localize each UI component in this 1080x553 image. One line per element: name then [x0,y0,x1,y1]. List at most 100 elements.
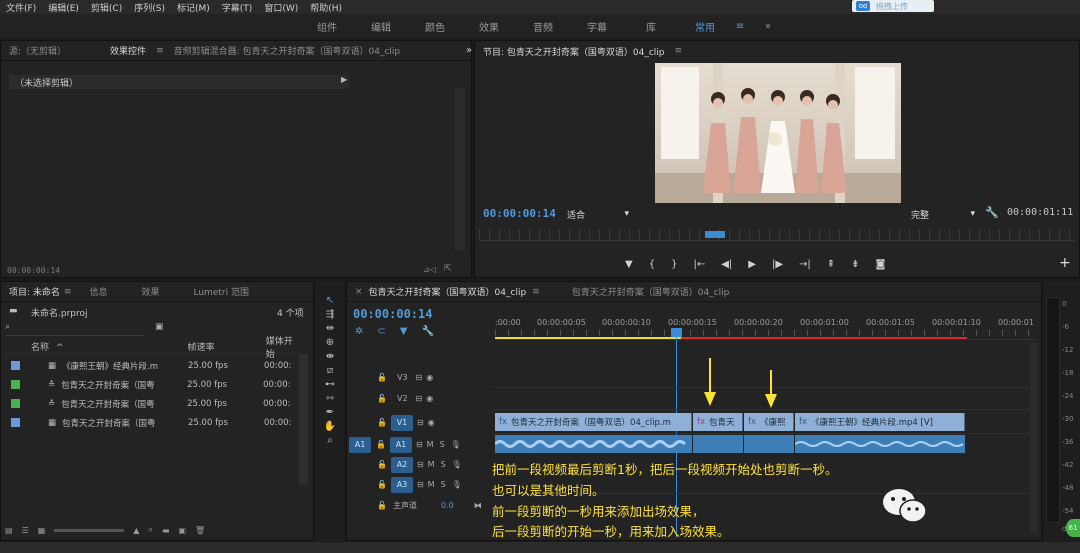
playhead-handle[interactable] [671,328,682,337]
ripple-edit-icon[interactable]: ⇹ [326,323,334,334]
audio-clip[interactable] [495,435,692,453]
rate-stretch-icon[interactable]: ⇼ [326,351,334,362]
menu-sequence[interactable]: 序列(S) [134,1,165,14]
go-to-in-icon[interactable]: |← [693,259,705,270]
tab-info[interactable]: 信息 [89,285,107,298]
step-forward-icon[interactable]: |▶ [772,259,783,270]
linked-select-icon[interactable]: ⊂ [377,326,385,337]
menu-clip[interactable]: 剪辑(C) [91,1,122,14]
timeline-ruler[interactable]: :00:00 00:00:00:05 00:00:00:10 00:00:00:… [495,314,1035,340]
video-clip[interactable]: fx 《康熙 [744,413,794,431]
project-search-input[interactable]: ⌕ [5,322,145,336]
sequence-menu-icon[interactable]: ≡ [532,287,540,297]
selection-tool-icon[interactable]: ↖ [326,295,334,306]
export-frame-icon[interactable]: ⇱ [444,264,452,274]
add-marker-icon[interactable]: ▼ [400,326,408,337]
workspace-color[interactable]: 颜色 [408,19,462,34]
zoom-select[interactable]: 适合 ▾ [567,207,629,221]
menu-title[interactable]: 字幕(T) [222,1,253,14]
hand-icon[interactable]: ✋ [324,421,336,432]
project-item[interactable]: ≛ 包青天之开封奇案（国粤 25.00 fps 00:00: [11,394,295,413]
eye-icon[interactable]: ◉ [426,394,433,403]
lock-icon[interactable]: 🔓 [377,480,387,489]
workspace-audio[interactable]: 音频 [516,19,570,34]
track-v1-label[interactable]: V1 [390,414,413,431]
track-select-icon[interactable]: ⇶ [326,309,334,320]
tab-project[interactable]: 项目: 未命名 [9,285,60,298]
notification-badge[interactable]: 61 [1066,519,1080,537]
lock-icon[interactable]: 🔓 [377,418,387,427]
program-ruler[interactable] [479,229,1075,241]
video-clip[interactable]: fx 包青天 [693,413,743,431]
mute-button[interactable]: M [427,440,434,449]
workspace-libraries[interactable]: 库 [624,19,678,34]
program-playhead[interactable] [705,231,725,238]
project-item[interactable]: ▦ 《康熙王朝》经典片段.m 25.00 fps 00:00: [11,356,295,375]
new-bin-icon[interactable]: ▣ [155,322,164,332]
slide-icon[interactable]: ⇿ [326,393,334,404]
project-scrollbar[interactable] [299,354,308,484]
wrench-icon[interactable]: 🔧 [985,206,999,219]
timeline-scrollbar[interactable] [1030,342,1038,532]
mic-icon[interactable]: 🎙 [451,440,461,449]
track-a1-label[interactable]: A1 [389,436,412,453]
go-to-end-icon[interactable]: ⧓ [474,501,482,510]
snap-icon[interactable]: ✲ [355,326,363,337]
eye-icon[interactable]: ◉ [428,418,435,427]
lock-icon[interactable]: 🔓 [376,440,386,449]
sync-lock-icon[interactable]: ⊟ [417,460,424,469]
audio-clip[interactable] [795,435,965,453]
mic-icon[interactable]: 🎙 [452,460,462,469]
add-button-icon[interactable]: + [1059,255,1071,271]
zoom-icon[interactable]: ⌕ [327,435,333,446]
audio-clip[interactable] [744,435,794,453]
menu-edit[interactable]: 编辑(E) [48,1,79,14]
track-a2-label[interactable]: A2 [390,456,413,473]
tab-menu-icon[interactable]: ≡ [156,46,164,56]
extract-icon[interactable]: ⇟ [851,259,859,270]
mute-button[interactable]: M [428,480,435,489]
new-item-icon[interactable]: ▣ [179,526,187,535]
col-name[interactable]: 名称 ^ [31,340,188,353]
mark-out-icon[interactable]: } [671,259,677,270]
video-clip[interactable]: fx 包青天之开封奇案（国粤双语）04_clip.m [495,413,692,431]
pen-icon[interactable]: ✒ [326,407,334,418]
tab-sequence-1[interactable]: 包青天之开封奇案（国粤双语）04_clip [369,285,527,298]
eye-icon[interactable]: ◉ [426,373,433,382]
tab-effect-controls[interactable]: 效果控件 [110,44,146,57]
sort-icon[interactable]: ▲ [133,526,139,535]
list-view-icon[interactable]: ☰ [22,526,29,535]
panel-overflow-icon[interactable]: » [466,45,472,56]
close-icon[interactable]: × [355,287,363,297]
program-timecode[interactable]: 00:00:00:14 [483,207,556,220]
sync-lock-icon[interactable]: ⊟ [416,373,423,382]
solo-button[interactable]: S [440,440,445,449]
marker-icon[interactable]: ▼ [625,259,633,270]
mic-icon[interactable]: 🎙 [452,480,462,489]
workspace-assembly[interactable]: 组件 [300,19,354,34]
program-title[interactable]: 节目: 包青天之开封奇案（国粤双语）04_clip [483,45,665,58]
lock-icon[interactable]: 🔓 [377,394,387,403]
workspace-editing[interactable]: 编辑 [354,19,408,34]
menu-help[interactable]: 帮助(H) [310,1,342,14]
tab-sequence-2[interactable]: 包青天之开封奇案（国粤双语）04_clip [572,285,730,298]
lock-icon[interactable]: 🔓 [377,501,387,510]
workspace-common[interactable]: 常用 [678,19,732,34]
rolling-edit-icon[interactable]: ⊕ [326,337,334,348]
lift-icon[interactable]: ⇞ [827,259,835,270]
mute-button[interactable]: M [428,460,435,469]
workspace-effects[interactable]: 效果 [462,19,516,34]
menu-file[interactable]: 文件(F) [6,1,36,14]
sync-lock-icon[interactable]: ⊟ [417,418,424,427]
sync-lock-icon[interactable]: ⊟ [417,480,424,489]
source-patch-a1[interactable]: A1 [349,436,371,453]
mark-in-icon[interactable]: { [649,259,655,270]
lock-icon[interactable]: 🔓 [377,460,387,469]
sync-lock-icon[interactable]: ⊟ [416,440,423,449]
col-fps[interactable]: 帧速率 [188,340,266,353]
step-back-icon[interactable]: ◀| [721,259,732,270]
track-a3-label[interactable]: A3 [390,476,413,493]
quality-select[interactable]: 完整 ▾ [911,207,975,221]
razor-icon[interactable]: ⧄ [327,365,333,376]
tab-effects[interactable]: 效果 [141,285,159,298]
